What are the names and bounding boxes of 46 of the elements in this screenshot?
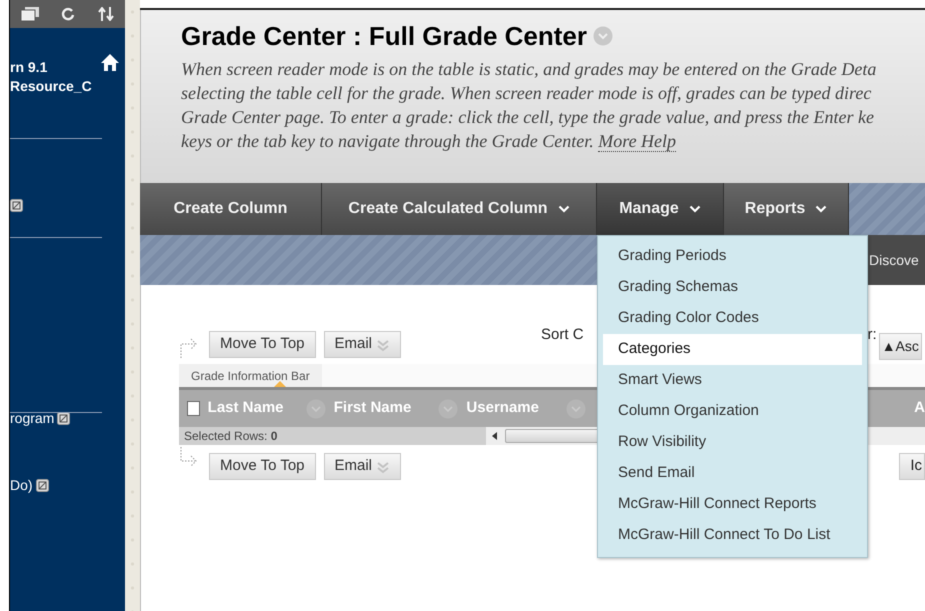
description-line: selecting the table cell for the grade. When screen reader mode is off, grades can be typed direc xyxy=(181,82,872,105)
menu-item[interactable]: Grading Color Codes xyxy=(603,303,862,334)
home-icon[interactable] xyxy=(101,54,119,71)
move-to-top-button[interactable]: Move To Top xyxy=(209,331,316,358)
email-menu-button[interactable]: Email xyxy=(324,453,402,480)
action-bar-button[interactable]: Manage xyxy=(597,183,724,235)
menu-item[interactable]: Row Visibility xyxy=(603,427,862,458)
edit-icon[interactable] xyxy=(10,199,23,212)
select-all-checkbox[interactable] xyxy=(187,401,200,416)
page-title: Grade Center : Full Grade Center xyxy=(181,20,587,52)
menu-item[interactable]: Smart Views xyxy=(603,365,862,396)
edit-icon[interactable] xyxy=(36,478,49,492)
selected-rows-label: Selected Rows: 0 xyxy=(179,427,486,445)
menu-item[interactable]: Grading Periods xyxy=(603,241,862,272)
edit-icon[interactable] xyxy=(57,412,70,424)
sort-label: r: xyxy=(868,324,877,344)
course-title: rn 9.1 xyxy=(10,58,48,77)
window-icon[interactable] xyxy=(21,7,40,21)
action-bar-button[interactable]: Create Calculated Column xyxy=(322,183,597,235)
menu-item[interactable]: McGraw-Hill Connect To Do List xyxy=(603,520,862,551)
icon-legend-button[interactable]: Ic xyxy=(899,453,925,480)
refresh-icon[interactable] xyxy=(61,7,76,21)
action-bar-button[interactable]: Create Column xyxy=(140,183,322,235)
menu-item[interactable]: McGraw-Hill Connect Reports xyxy=(603,489,862,520)
sidebar-link[interactable]: rogram xyxy=(10,410,54,426)
description-line: keys or the tab key to navigate through the Grade Center. More Help xyxy=(181,130,678,153)
sort-arrows-icon[interactable] xyxy=(98,7,114,21)
move-to-top-button[interactable]: Move To Top xyxy=(209,453,316,480)
menu-item[interactable]: Categories xyxy=(603,334,862,365)
sidebar-link[interactable]: Do) xyxy=(10,477,33,493)
description-line: Grade Center page. To enter a grade: click the cell, type the grade value, and press the Enter ke xyxy=(181,106,875,129)
double-chevron-icon xyxy=(376,460,390,474)
menu-item[interactable]: Send Email xyxy=(603,458,862,489)
double-chevron-icon xyxy=(376,338,390,352)
info-bar-tab[interactable]: Grade Information Bar xyxy=(179,364,322,387)
sort-label: Sort C xyxy=(541,324,584,344)
description-line: When screen reader mode is on the table is static, and grades may be entered on the Grade Deta xyxy=(181,58,878,81)
course-title: Resource_C xyxy=(10,77,92,96)
menu-item[interactable]: Grading Schemas xyxy=(603,272,862,303)
more-help-link[interactable]: More Help xyxy=(598,131,676,152)
action-bar-button[interactable]: Reports xyxy=(724,183,849,235)
email-menu-button[interactable]: Email xyxy=(324,331,402,358)
sort-ascending-button[interactable]: ▲Asc xyxy=(878,333,922,360)
scroll-left-icon[interactable] xyxy=(492,432,497,440)
menu-item[interactable]: Column Organization xyxy=(603,396,862,427)
pointer-icon xyxy=(274,381,286,387)
